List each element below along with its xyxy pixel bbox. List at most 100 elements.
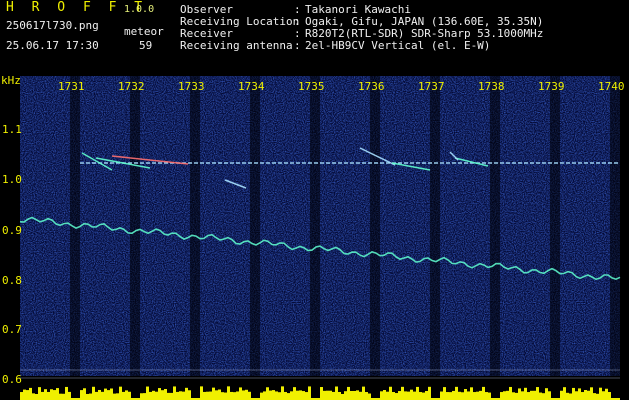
amplitude-sample [152, 390, 155, 400]
amplitude-sample [341, 393, 344, 400]
amplitude-sample [527, 392, 530, 400]
amplitude-sample [455, 386, 458, 400]
amplitude-sample [236, 391, 239, 400]
amplitude-sample [65, 386, 68, 400]
amplitude-sample [542, 393, 545, 400]
x-tick-1740: 1740 [598, 80, 625, 93]
amplitude-sample [422, 392, 425, 400]
amplitude-sample [338, 391, 341, 400]
amplitude-sample [119, 386, 122, 400]
amplitude-sample [146, 386, 149, 400]
amplitude-sample [584, 390, 587, 400]
amplitude-sample [536, 387, 539, 400]
frame-gap [370, 76, 380, 376]
amplitude-sample [188, 390, 191, 400]
amplitude-sample [305, 392, 308, 400]
amplitude-sample [200, 386, 203, 400]
antenna-label: Receiving antenna [180, 39, 293, 52]
amplitude-sample [59, 393, 62, 400]
amplitude-sample [269, 390, 272, 400]
amplitude-sample [110, 388, 113, 400]
meteor-count: 59 [139, 39, 153, 52]
datetime: 25.06.17 17:30 [6, 39, 99, 52]
amplitude-sample [512, 392, 515, 400]
amplitude-sample [479, 390, 482, 400]
amplitude-sample [299, 390, 302, 400]
frame-gap [610, 76, 620, 376]
amplitude-sample [50, 389, 53, 400]
amplitude-sample [26, 390, 29, 400]
amplitude-sample [53, 390, 56, 400]
amplitude-sample [170, 392, 173, 400]
amplitude-sample [413, 391, 416, 400]
amplitude-sample [575, 391, 578, 400]
amplitude-sample [359, 391, 362, 400]
amplitude-sample [401, 386, 404, 400]
amplitude-sample [602, 391, 605, 400]
amplitude-sample [590, 387, 593, 400]
amplitude-sample [545, 388, 548, 400]
amplitude-sample [284, 391, 287, 400]
amplitude-sample [209, 391, 212, 400]
amplitude-sample [350, 391, 353, 400]
amplitude-sample [212, 387, 215, 400]
amplitude-sample [596, 393, 599, 400]
amplitude-sample [467, 391, 470, 400]
x-tick-1734: 1734 [238, 80, 265, 93]
amplitude-sample [101, 391, 104, 400]
y-tick-0.9: 0.9 [2, 224, 22, 237]
amplitude-sample [47, 391, 50, 400]
amplitude-sample [395, 393, 398, 400]
amplitude-sample [278, 392, 281, 400]
amplitude-sample [41, 391, 44, 400]
x-tick-1738: 1738 [478, 80, 505, 93]
amplitude-sample [578, 388, 581, 400]
amplitude-sample [98, 389, 101, 400]
amplitude-sample [302, 391, 305, 400]
amplitude-sample [161, 390, 164, 400]
amplitude-sample [563, 387, 566, 400]
y-tick-0.8: 0.8 [2, 274, 22, 287]
amplitude-sample [458, 391, 461, 400]
amplitude-sample [275, 391, 278, 400]
amplitude-sample [167, 392, 170, 400]
x-tick-1739: 1739 [538, 80, 565, 93]
amplitude-sample [518, 388, 521, 400]
amplitude-sample [509, 386, 512, 400]
amplitude-sample [353, 390, 356, 400]
amplitude-sample [92, 386, 95, 400]
amplitude-sample [530, 390, 533, 400]
amplitude-sample [293, 387, 296, 400]
amplitude-sample [173, 386, 176, 400]
amplitude-sample [365, 392, 368, 400]
amplitude-sample [410, 389, 413, 400]
amplitude-sample [368, 393, 371, 400]
frame-gap [250, 76, 260, 376]
amplitude-sample [356, 390, 359, 400]
amplitude-sample [176, 391, 179, 400]
amplitude-sample [407, 391, 410, 400]
amplitude-sample [155, 391, 158, 400]
x-tick-1737: 1737 [418, 80, 445, 93]
amplitude-sample [281, 386, 284, 400]
amplitude-sample [587, 390, 590, 400]
amplitude-sample [140, 393, 143, 400]
amplitude-sample [68, 391, 71, 400]
amplitude-sample [224, 392, 227, 400]
amplitude-sample [332, 391, 335, 400]
amplitude-sample [290, 391, 293, 400]
y-tick-1.1: 1.1 [2, 123, 22, 136]
amplitude-sample [419, 392, 422, 400]
amplitude-sample [182, 391, 185, 400]
amplitude-sample [287, 393, 290, 400]
amplitude-sample [581, 392, 584, 400]
amplitude-sample [308, 386, 311, 400]
frame-gap [550, 76, 560, 376]
amplitude-sample [605, 388, 608, 400]
amplitude-sample [29, 387, 32, 400]
amplitude-sample [95, 391, 98, 400]
y-tick-0.7: 0.7 [2, 323, 22, 336]
amplitude-sample [362, 386, 365, 400]
amplitude-sample [383, 390, 386, 400]
amplitude-sample [344, 391, 347, 400]
